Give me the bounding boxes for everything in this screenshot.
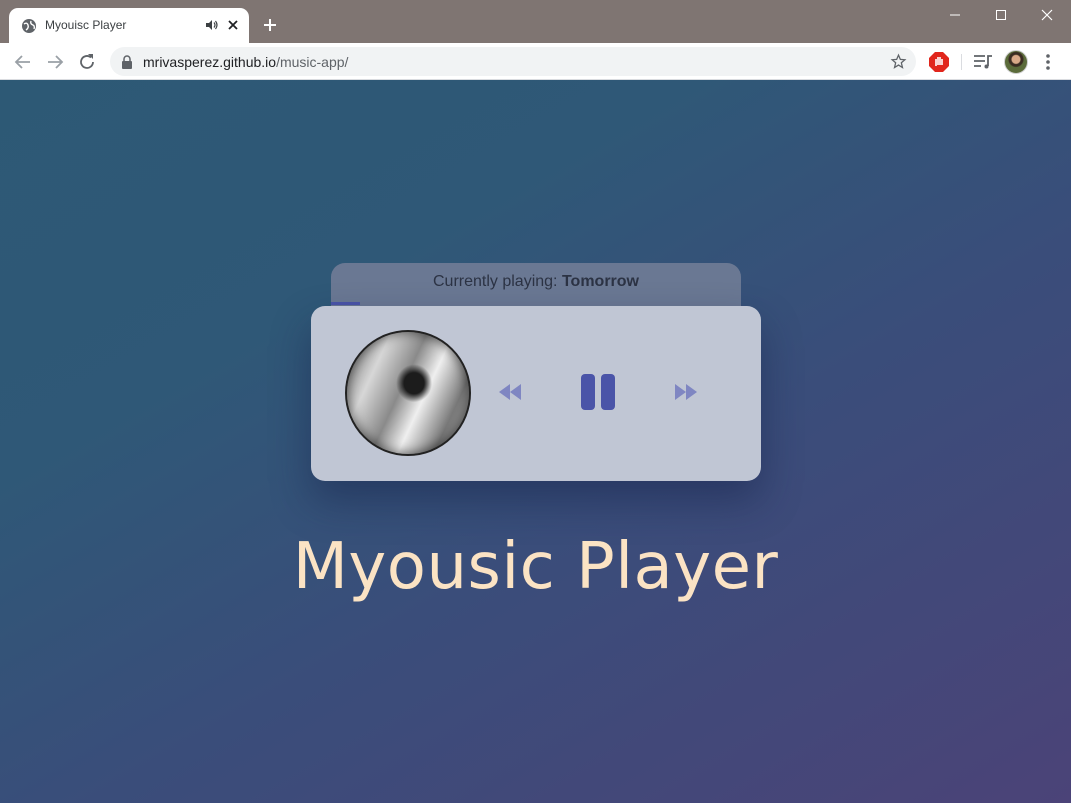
progress-bar[interactable] xyxy=(331,302,360,305)
app-title: Myousic Player xyxy=(292,530,779,604)
album-art xyxy=(345,330,471,456)
forward-arrow-icon[interactable] xyxy=(44,51,66,73)
lock-icon[interactable] xyxy=(121,55,133,69)
now-playing-label: Currently playing: xyxy=(433,273,562,290)
browser-toolbar: mrivasperez.github.io/music-app/ xyxy=(0,43,1071,80)
profile-avatar[interactable] xyxy=(1004,50,1028,74)
fast-forward-icon[interactable] xyxy=(673,382,699,402)
pause-icon[interactable] xyxy=(579,373,617,411)
url-text[interactable]: mrivasperez.github.io/music-app/ xyxy=(143,54,348,70)
speaker-icon[interactable] xyxy=(205,18,219,32)
close-tab-icon[interactable] xyxy=(225,17,241,33)
media-controls-icon[interactable] xyxy=(971,50,995,74)
browser-tab[interactable]: Myouisc Player xyxy=(9,8,249,43)
url-path: /music-app/ xyxy=(276,54,349,70)
new-tab-icon[interactable] xyxy=(260,15,280,35)
browser-titlebar: Myouisc Player xyxy=(0,0,1071,43)
track-title: Tomorrow xyxy=(561,273,639,290)
page-background: Currently playing: Tomorrow Myousic Play… xyxy=(0,80,1071,803)
toolbar-divider xyxy=(961,54,962,70)
globe-icon xyxy=(22,19,36,33)
kebab-menu-icon[interactable] xyxy=(1036,50,1060,74)
reload-icon[interactable] xyxy=(76,51,98,73)
minimize-icon[interactable] xyxy=(932,0,978,30)
tab-title: Myouisc Player xyxy=(45,18,127,32)
bookmark-star-icon[interactable] xyxy=(890,53,907,70)
rewind-icon[interactable] xyxy=(497,382,523,402)
now-playing-text: Currently playing: Tomorrow xyxy=(331,273,741,291)
back-arrow-icon[interactable] xyxy=(12,51,34,73)
close-window-icon[interactable] xyxy=(1024,0,1070,30)
maximize-icon[interactable] xyxy=(978,0,1024,30)
player-card xyxy=(311,306,761,481)
url-host: mrivasperez.github.io xyxy=(143,54,277,70)
address-bar[interactable]: mrivasperez.github.io/music-app/ xyxy=(110,47,916,76)
stop-hand-extension-icon[interactable] xyxy=(927,50,951,74)
now-playing-panel: Currently playing: Tomorrow xyxy=(331,263,741,309)
